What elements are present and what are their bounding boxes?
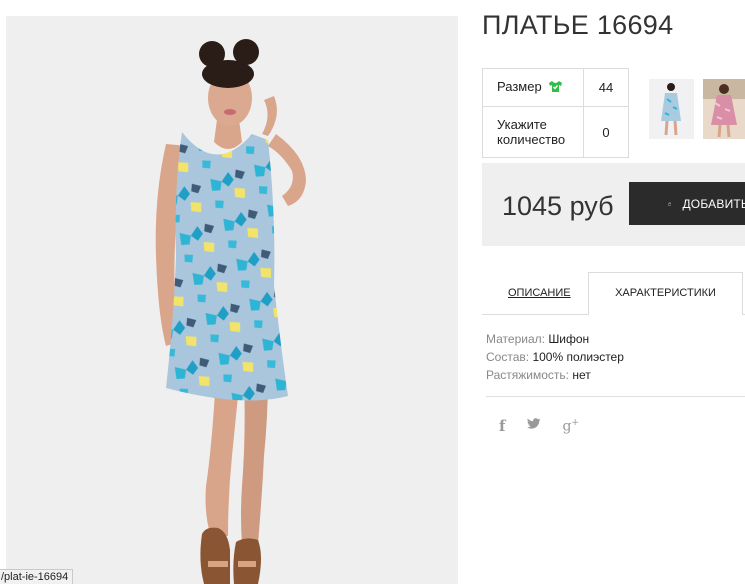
dress-model-illustration	[155, 39, 306, 584]
purchase-box: 1045 руб ДОБАВИТЬ	[482, 163, 745, 246]
spec-row-material: Материал: Шифон	[486, 330, 624, 348]
facebook-icon[interactable]: f	[499, 417, 505, 435]
spec-label: Растяжимость:	[486, 368, 570, 382]
status-bar-url: /plat-ie-16694	[0, 569, 74, 584]
spec-label: Материал:	[486, 332, 545, 346]
product-tabs: ОПИСАНИЕ ХАРАКТЕРИСТИКИ	[482, 272, 745, 315]
product-specs: Материал: Шифон Состав: 100% полиэстер Р…	[486, 330, 624, 384]
quantity-value[interactable]: 0	[583, 106, 629, 158]
property-row-quantity: Укажите количество 0	[482, 106, 629, 158]
spec-value: нет	[572, 368, 591, 382]
product-properties-table: Размер 44 Укажите количество 0	[482, 68, 629, 158]
tab-description[interactable]: ОПИСАНИЕ	[508, 287, 571, 299]
product-main-image[interactable]	[6, 16, 458, 584]
add-to-cart-button[interactable]: ДОБАВИТЬ	[629, 182, 745, 225]
quantity-label: Укажите количество	[482, 106, 584, 158]
size-label: Размер	[497, 79, 542, 95]
add-to-cart-label: ДОБАВИТЬ	[682, 196, 745, 211]
product-price: 1045 руб	[502, 191, 614, 221]
size-label-cell: Размер	[482, 68, 584, 107]
product-thumbnail-1[interactable]	[649, 79, 694, 139]
specs-divider	[486, 396, 745, 397]
product-thumbnail-2[interactable]	[703, 79, 745, 139]
google-plus-icon[interactable]: g+	[562, 418, 579, 435]
thumbnail-image	[649, 79, 694, 139]
spec-value: 100% полиэстер	[532, 350, 624, 364]
thumbnail-image	[703, 79, 745, 139]
spec-row-composition: Состав: 100% полиэстер	[486, 348, 624, 366]
size-value[interactable]: 44	[583, 68, 629, 107]
spec-label: Состав:	[486, 350, 530, 364]
tshirt-size-icon[interactable]	[548, 80, 563, 96]
social-share: f g+	[486, 417, 579, 435]
spec-row-stretch: Растяжимость: нет	[486, 366, 624, 384]
tab-characteristics[interactable]: ХАРАКТЕРИСТИКИ	[588, 272, 743, 315]
shopping-bag-icon	[668, 201, 672, 206]
spec-value: Шифон	[548, 332, 590, 346]
product-title: ПЛАТЬЕ 16694	[482, 10, 674, 40]
twitter-icon[interactable]	[527, 417, 541, 435]
property-row-size: Размер 44	[482, 68, 629, 107]
